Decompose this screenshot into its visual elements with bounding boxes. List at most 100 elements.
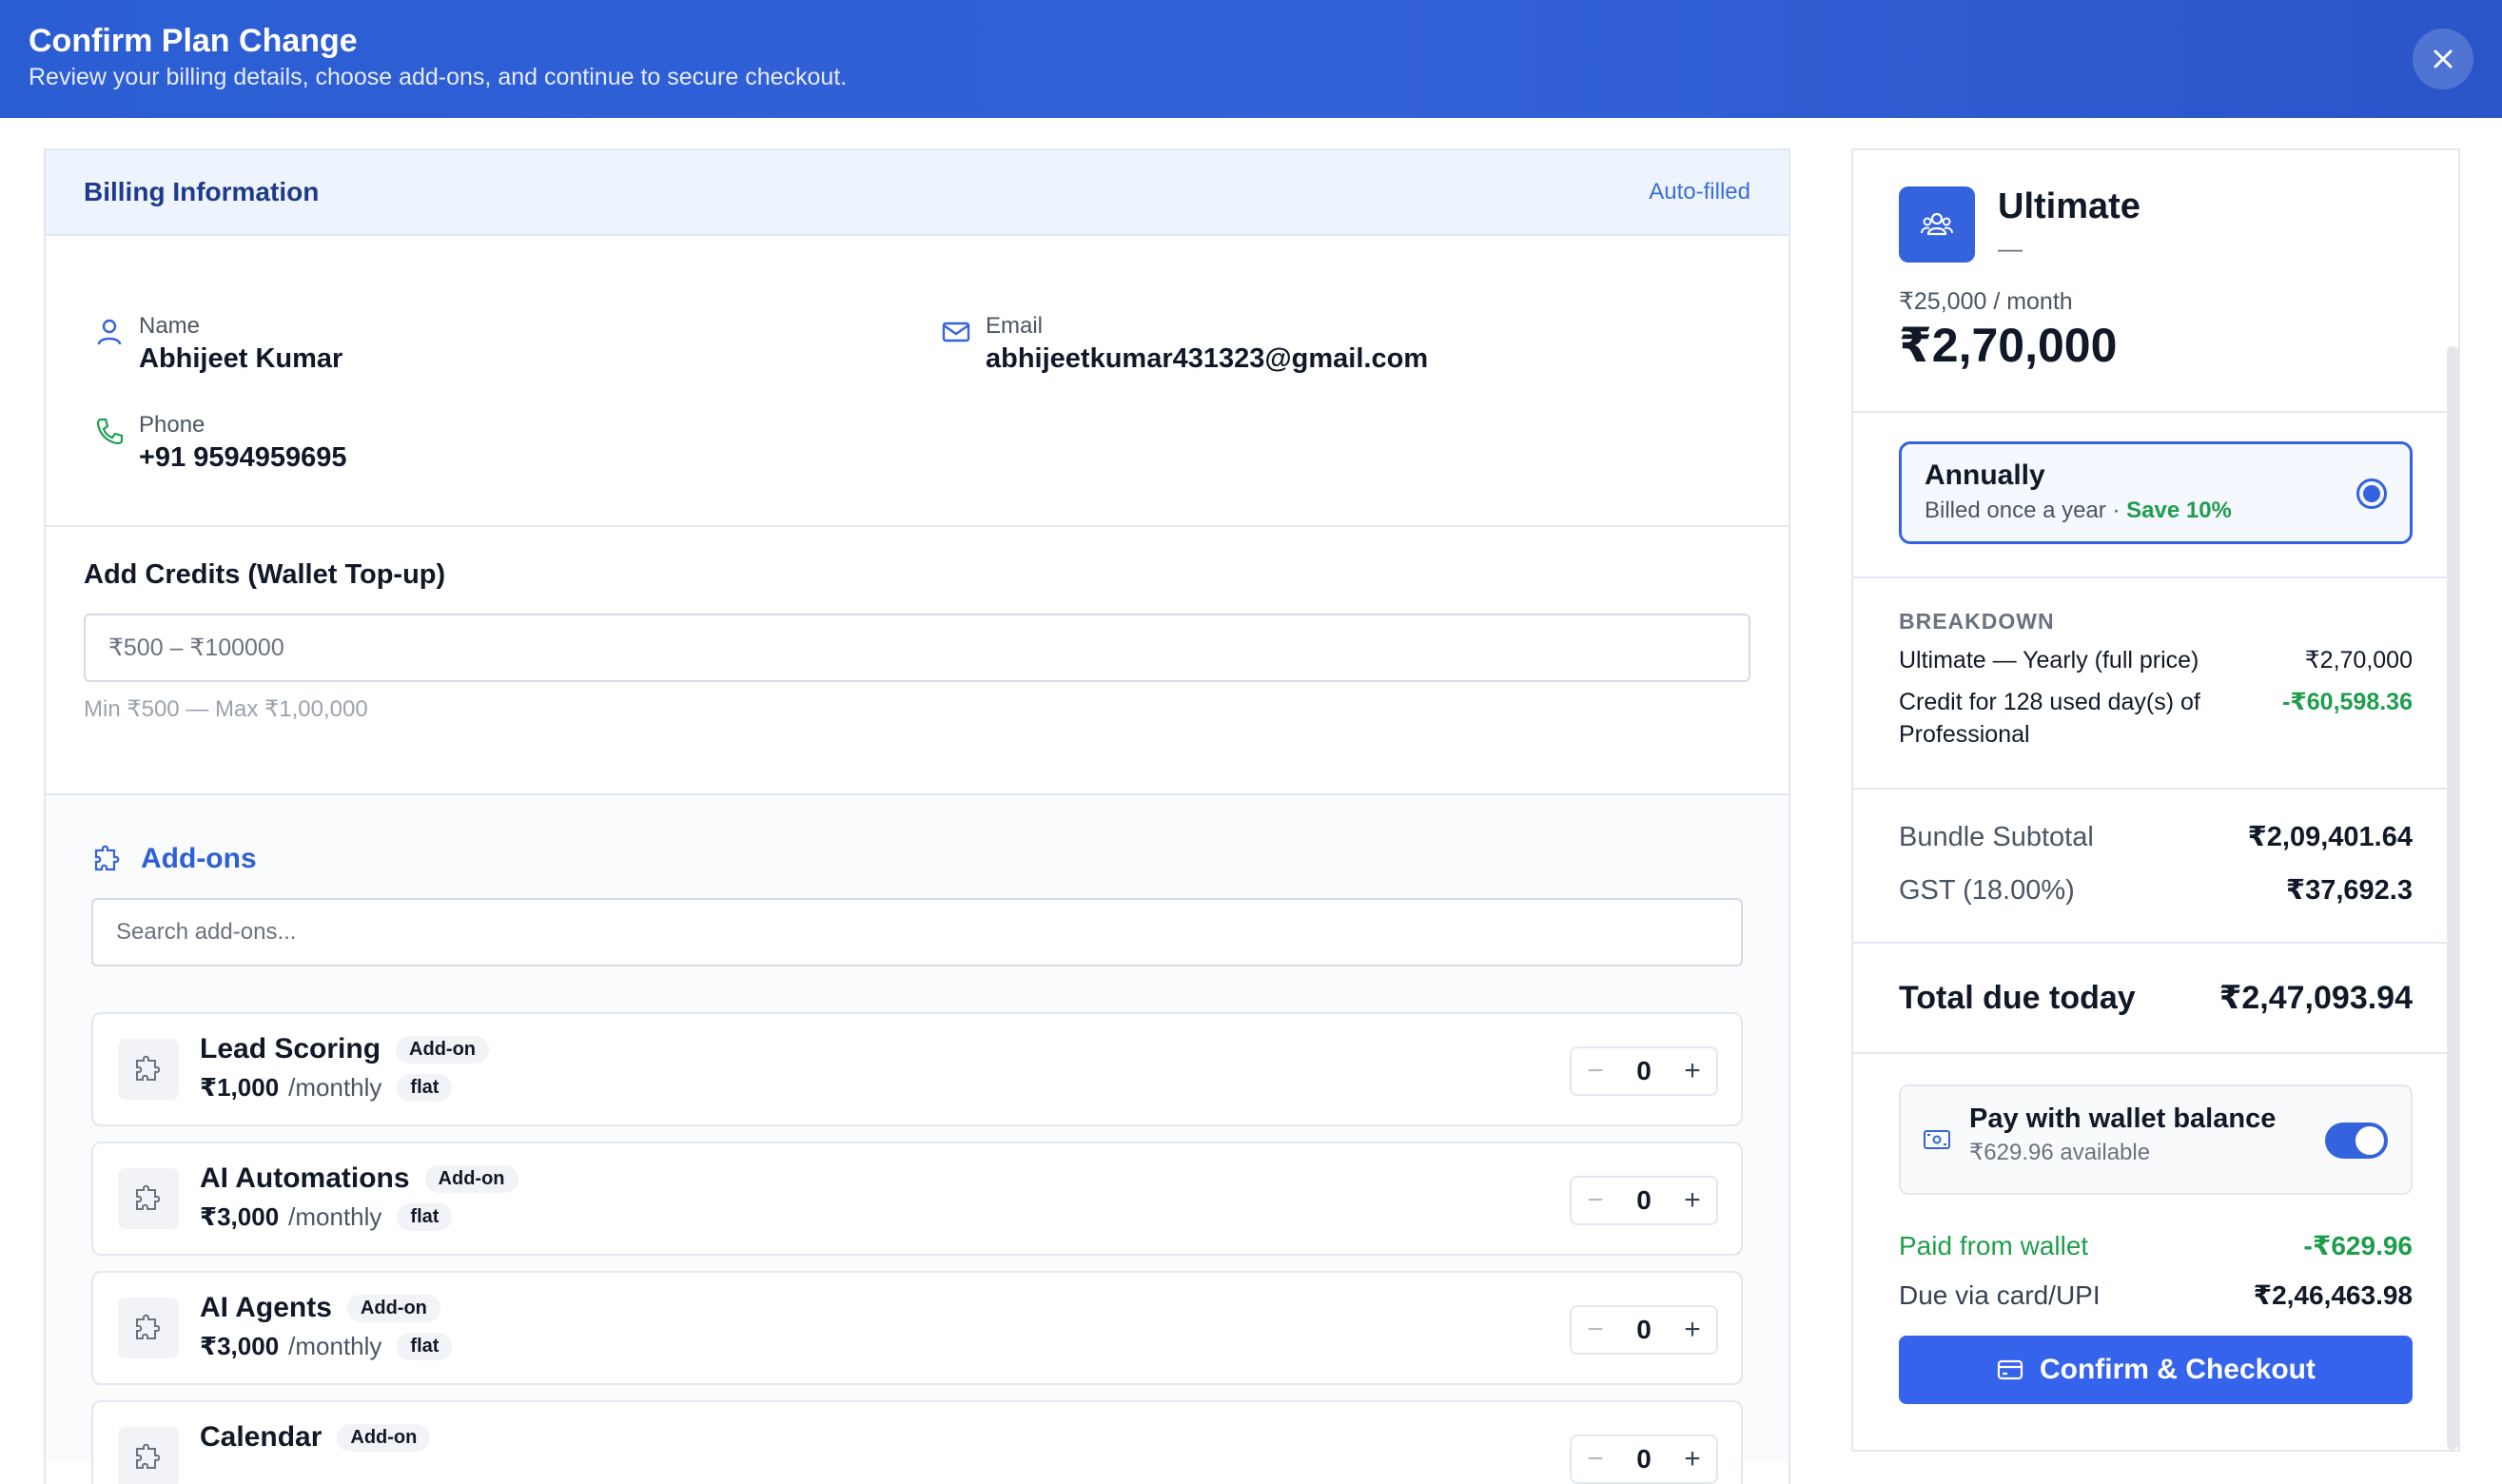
plan-description: — [1998,234,2023,263]
addon-tag: Add-on [346,1294,440,1322]
name-label: Name [139,313,201,339]
addon-type-tag: flat [397,1074,453,1102]
billing-header: Billing Information Auto-filled [46,150,1789,236]
phone-value: +91 9594959695 [139,442,347,473]
quantity-stepper: − 0 + [1570,1305,1718,1355]
plan-name: Ultimate [1998,186,2140,226]
addon-item-ai-automations: AI Automations Add-on ₹3,000/monthly flat … [91,1142,1743,1256]
decrement-button[interactable]: − [1581,1184,1610,1217]
billing-cycle-annually[interactable]: Annually Billed once a year · Save 10% [1899,441,2413,544]
auto-filled-badge: Auto-filled [1649,179,1750,205]
users-icon [1921,212,1953,236]
email-label: Email [986,313,1044,339]
name-field: Name Abhijeet Kumar [93,312,342,377]
addon-tag: Add-on [396,1035,490,1064]
plan-monthly-price: ₹25,000 / month [1899,288,2073,315]
addons-header: Add-ons [91,843,1743,875]
credits-title: Add Credits (Wallet Top-up) [84,559,446,590]
addons-section: Add-ons Lead ScoringAdd-on ₹1,000/monthl… [46,795,1789,1484]
addon-icon [118,1427,179,1484]
user-icon [97,319,122,345]
email-value: abhijeetkumar431323@gmail.com [986,343,1429,374]
decrement-button[interactable]: − [1581,1314,1610,1346]
summary-scrollbar[interactable] [2447,346,2458,1450]
addon-list: Lead Scoring Add-on ₹1,000/monthly flat − … [91,1012,1743,1484]
breakdown-title: BREAKDOWN [1899,609,2055,634]
paid-from-wallet-row: Paid from wallet -₹629.96 [1899,1231,2413,1260]
quantity-value: 0 [1636,1185,1652,1215]
addon-name: AI Automations Add-on [200,1162,518,1195]
billing-title: Billing Information [84,177,320,206]
addon-item-lead-scoring: Lead Scoring Add-on ₹1,000/monthly flat − … [91,1012,1743,1126]
addon-name: Calendar Add-on [200,1421,431,1454]
wallet-icon [1924,1130,1950,1149]
addon-icon [118,1039,179,1100]
addon-name: Lead Scoring Add-on [200,1033,490,1065]
puzzle-icon [94,845,120,871]
plan-change-modal: Confirm Plan Change Review your billing … [0,0,2502,1484]
close-icon [2434,49,2453,68]
gst-row: GST (18.00%) ₹37,692.3 [1899,875,2413,906]
cycle-radio[interactable] [2356,478,2387,509]
puzzle-icon [136,1055,161,1081]
addon-type-tag: flat [397,1203,453,1231]
quantity-value: 0 [1636,1056,1652,1085]
order-summary-panel: Ultimate — ₹25,000 / month ₹2,70,000 Ann… [1851,148,2460,1452]
decrement-button[interactable]: − [1581,1055,1610,1087]
due-via-card-row: Due via card/UPI ₹2,46,463.98 [1899,1280,2413,1310]
wallet-toggle[interactable] [2325,1123,2388,1159]
wallet-title: Pay with wallet balance [1969,1103,2277,1134]
total-due-row: Total due today ₹2,47,093.94 [1853,944,2458,1054]
phone-field: Phone +91 9594959695 [93,411,347,476]
breakdown-row: Ultimate — Yearly (full price) ₹2,70,000 [1899,647,2413,674]
plan-icon [1899,186,1975,263]
mail-icon [942,322,970,342]
checkout-label: Confirm & Checkout [2039,1354,2316,1385]
email-field: Email abhijeetkumar431323@gmail.com [940,312,1428,377]
subtotal-section: Bundle Subtotal ₹2,09,401.64 GST (18.00%… [1853,790,2458,944]
puzzle-icon [136,1184,161,1210]
close-button[interactable] [2413,29,2473,89]
addon-tag: Add-on [424,1164,518,1193]
credits-hint: Min ₹500 — Max ₹1,00,000 [84,696,368,722]
payment-split: Paid from wallet -₹629.96 Due via card/U… [1853,1195,2458,1315]
left-panel: Billing Information Auto-filled Name Abh… [44,148,1790,1484]
increment-button[interactable]: + [1678,1184,1707,1217]
addon-icon [118,1168,179,1229]
price-breakdown: BREAKDOWN Ultimate — Yearly (full price)… [1853,578,2458,790]
addon-tag: Add-on [337,1423,431,1452]
cycle-title: Annually [1925,459,2045,491]
quantity-stepper: − 0 + [1570,1435,1718,1484]
addon-name: AI Agents Add-on [200,1292,440,1324]
billing-info: Name Abhijeet Kumar Email abhijeetkumar4… [46,236,1789,527]
increment-button[interactable]: + [1678,1055,1707,1087]
confirm-checkout-button[interactable]: Confirm & Checkout [1899,1336,2413,1404]
increment-button[interactable]: + [1678,1314,1707,1346]
name-value: Abhijeet Kumar [139,343,343,374]
addons-title: Add-ons [141,843,257,874]
modal-subtitle: Review your billing details, choose add-… [29,64,848,90]
quantity-value: 0 [1636,1444,1652,1474]
increment-button[interactable]: + [1678,1443,1707,1475]
wallet-toggle-card: Pay with wallet balance ₹629.96 availabl… [1899,1084,2413,1195]
addon-search-input[interactable] [91,898,1743,967]
breakdown-row: Credit for 128 used day(s) of Profession… [1899,689,2413,748]
quantity-stepper: − 0 + [1570,1176,1718,1225]
decrement-button[interactable]: − [1581,1443,1610,1475]
credits-section: Add Credits (Wallet Top-up) Min ₹500 — M… [46,527,1789,795]
credit-amount-input[interactable] [84,614,1750,682]
addon-price: ₹1,000/monthly flat [200,1073,453,1103]
save-badge: Save 10% [2126,498,2232,523]
cycle-subtitle: Billed once a year · Save 10% [1925,498,2232,523]
plan-total-price: ₹2,70,000 [1899,319,2118,372]
quantity-value: 0 [1636,1315,1652,1344]
addon-icon [118,1298,179,1358]
modal-header: Confirm Plan Change Review your billing … [0,0,2502,118]
addon-price: ₹3,000/monthly flat [200,1332,453,1361]
quantity-stepper: − 0 + [1570,1046,1718,1096]
subtotal-row: Bundle Subtotal ₹2,09,401.64 [1899,822,2413,852]
puzzle-icon [136,1443,161,1469]
addon-item-ai-agents: AI Agents Add-on ₹3,000/monthly flat − 0 + [91,1271,1743,1385]
phone-label: Phone [139,412,205,438]
puzzle-icon [136,1314,161,1339]
